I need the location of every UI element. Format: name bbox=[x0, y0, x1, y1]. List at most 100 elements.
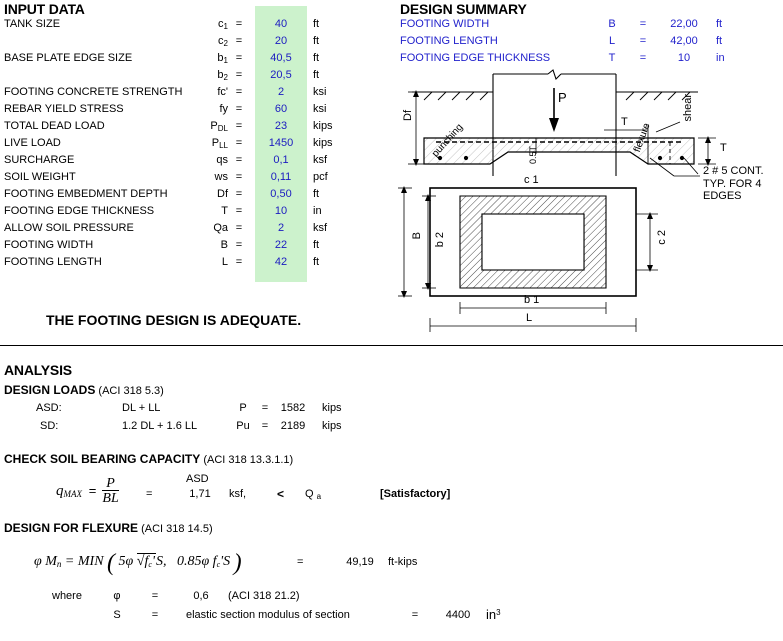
input-row-label: FOOTING EDGE THICKNESS bbox=[4, 205, 155, 217]
input-row-value[interactable]: 40,5 bbox=[255, 52, 307, 64]
summary-row-label: FOOTING WIDTH bbox=[400, 18, 490, 30]
flexure-result-unit: ft-kips bbox=[388, 556, 418, 568]
input-row-label: SURCHARGE bbox=[4, 154, 75, 166]
design-loads-heading: DESIGN LOADS (ACI 318 5.3) bbox=[4, 383, 164, 397]
load-equals: = bbox=[261, 402, 269, 414]
input-row-equals: = bbox=[235, 52, 243, 64]
input-row-symbol: c1 bbox=[218, 18, 228, 31]
summary-row-symbol: T bbox=[608, 52, 616, 64]
shear-label: shear bbox=[682, 94, 694, 122]
input-row-equals: = bbox=[235, 18, 243, 30]
design-loads-heading-text: DESIGN LOADS bbox=[4, 383, 96, 397]
s-value: 4400 bbox=[445, 609, 471, 621]
input-row-unit: ft bbox=[313, 35, 320, 47]
qmax-symbol: qMAX bbox=[56, 483, 82, 500]
summary-row-symbol: L bbox=[608, 35, 616, 47]
s-unit: in3 bbox=[486, 607, 501, 622]
input-row-value[interactable]: 40 bbox=[255, 18, 307, 30]
input-row-label: FOOTING CONCRETE STRENGTH bbox=[4, 86, 183, 98]
input-row-value[interactable]: 42 bbox=[255, 256, 307, 268]
summary-row-unit: in bbox=[716, 52, 725, 64]
section-divider bbox=[0, 345, 783, 346]
design-verdict: THE FOOTING DESIGN IS ADEQUATE. bbox=[46, 312, 302, 328]
input-row-equals: = bbox=[235, 86, 243, 98]
input-row-value[interactable]: 1450 bbox=[255, 137, 307, 149]
summary-row-value: 10 bbox=[677, 52, 691, 64]
summary-row-unit: ft bbox=[716, 35, 723, 47]
embedment-depth-label: Df bbox=[402, 110, 414, 121]
qmax-denominator: BL bbox=[102, 491, 119, 506]
input-row-symbol: T bbox=[221, 205, 228, 217]
input-row-value[interactable]: 10 bbox=[255, 205, 307, 217]
plan-c1-label: c 1 bbox=[524, 174, 539, 186]
input-row-symbol: b1 bbox=[217, 52, 228, 65]
input-row-unit: ksi bbox=[313, 86, 327, 98]
summary-row-label: FOOTING LENGTH bbox=[400, 35, 498, 47]
input-row-equals: = bbox=[235, 256, 243, 268]
input-row-equals: = bbox=[235, 35, 243, 47]
input-row-value[interactable]: 20,5 bbox=[255, 69, 307, 81]
edge-thickness-label-top: T bbox=[621, 116, 628, 128]
flexure-result-value: 49,19 bbox=[346, 556, 374, 568]
phi-reference: (ACI 318 21.2) bbox=[228, 590, 300, 602]
input-row-label: FOOTING LENGTH bbox=[4, 256, 102, 268]
input-row-value[interactable]: 22 bbox=[255, 239, 307, 251]
input-row-value[interactable]: 23 bbox=[255, 120, 307, 132]
flexure-formula-equals: = bbox=[64, 554, 78, 569]
input-row-value[interactable]: 60 bbox=[255, 103, 307, 115]
input-row-equals: = bbox=[235, 205, 243, 217]
input-row-value[interactable]: 2 bbox=[255, 86, 307, 98]
edge-thickness-label-right: T bbox=[720, 142, 727, 154]
input-row-unit: ft bbox=[313, 69, 320, 81]
load-combo-label: DL + LL bbox=[122, 402, 161, 414]
input-row-value[interactable]: 0,1 bbox=[255, 154, 307, 166]
flexure-heading: DESIGN FOR FLEXURE (ACI 318 14.5) bbox=[4, 521, 213, 535]
input-row-equals: = bbox=[235, 188, 243, 200]
load-symbol: P bbox=[239, 402, 247, 414]
input-row-unit: ft bbox=[313, 239, 320, 251]
input-row-label: BASE PLATE EDGE SIZE bbox=[4, 52, 133, 64]
soil-bearing-heading: CHECK SOIL BEARING CAPACITY (ACI 318 13.… bbox=[4, 452, 293, 466]
qmax-formula: qMAX = P BL bbox=[56, 476, 119, 507]
input-row-value[interactable]: 0,11 bbox=[255, 171, 307, 183]
plan-b2-label: b 2 bbox=[434, 232, 446, 248]
summary-row-label: FOOTING EDGE THICKNESS bbox=[400, 52, 551, 64]
input-row-label: REBAR YIELD STRESS bbox=[4, 103, 124, 115]
input-row-unit: kips bbox=[313, 137, 333, 149]
load-value: 2189 bbox=[280, 420, 306, 432]
input-row-value[interactable]: 0,50 bbox=[255, 188, 307, 200]
input-row-symbol: PLL bbox=[211, 137, 228, 150]
input-row-value[interactable]: 2 bbox=[255, 222, 307, 234]
summary-row-value: 42,00 bbox=[670, 35, 698, 47]
input-row-unit: kips bbox=[313, 120, 333, 132]
input-row-unit: in bbox=[313, 205, 322, 217]
load-combo-label: 1.2 DL + 1.6 LL bbox=[122, 420, 198, 432]
input-row-symbol: B bbox=[220, 239, 228, 251]
qmax-compare-operator: < bbox=[277, 487, 285, 501]
load-unit: kips bbox=[322, 402, 342, 414]
input-row-equals: = bbox=[235, 171, 243, 183]
input-row-label: FOOTING EMBEDMENT DEPTH bbox=[4, 188, 168, 200]
phi-value: 0,6 bbox=[193, 590, 209, 602]
flexure-heading-text: DESIGN FOR FLEXURE bbox=[4, 521, 139, 535]
half-thickness-label: 0.5T bbox=[528, 146, 538, 165]
input-row-equals: = bbox=[235, 69, 243, 81]
load-symbol: Pu bbox=[236, 420, 250, 432]
qmax-result-status: [Satisfactory] bbox=[380, 488, 451, 500]
summary-row-value: 22,00 bbox=[670, 18, 698, 30]
input-row-value[interactable]: 20 bbox=[255, 35, 307, 47]
input-row-symbol: fy bbox=[219, 103, 228, 115]
input-row-equals: = bbox=[235, 120, 243, 132]
input-row-symbol: ws bbox=[214, 171, 228, 183]
qmax-numerator: P bbox=[106, 476, 115, 491]
s-symbol: S bbox=[113, 609, 121, 621]
input-row-symbol: Qa bbox=[213, 222, 228, 234]
plan-c2-label: c 2 bbox=[656, 230, 668, 245]
input-row-equals: = bbox=[235, 222, 243, 234]
phi-equals: = bbox=[151, 590, 159, 602]
input-row-label: FOOTING WIDTH bbox=[4, 239, 94, 251]
input-row-label: LIVE LOAD bbox=[4, 137, 61, 149]
summary-row-equals: = bbox=[639, 52, 647, 64]
input-row-label: SOIL WEIGHT bbox=[4, 171, 76, 183]
load-value: 1582 bbox=[280, 402, 306, 414]
